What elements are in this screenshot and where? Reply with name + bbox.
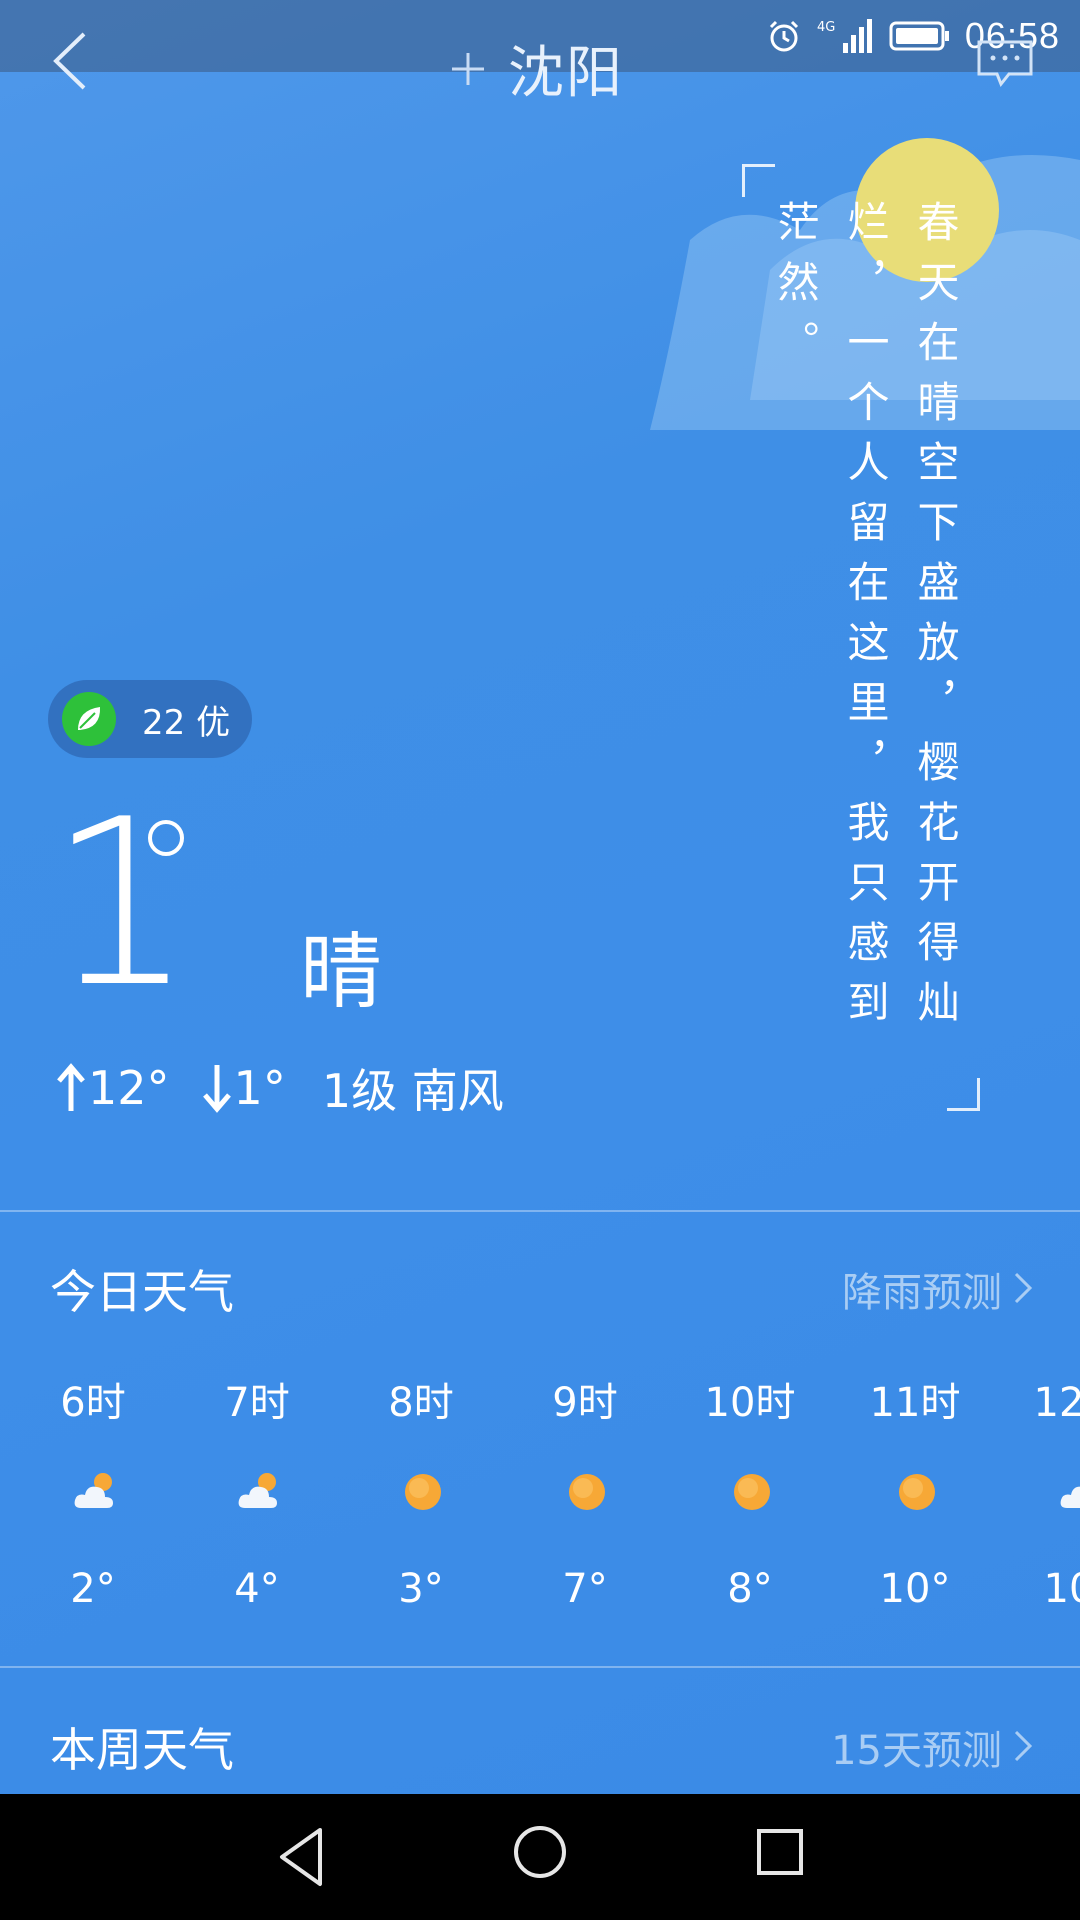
hour-label: 7时 xyxy=(224,1380,290,1426)
weather-condition: 晴 xyxy=(300,925,383,1020)
hour-temperature: 10° xyxy=(879,1566,951,1612)
divider xyxy=(0,1666,1080,1668)
rain-forecast-link[interactable]: 降雨预测 xyxy=(842,1260,1002,1318)
poem-text: 春天在晴空下盛放，樱花开得灿烂，一个人留在这里，我只感到茫然。 xyxy=(771,200,960,1040)
divider xyxy=(0,1210,1080,1212)
sun-icon xyxy=(405,1474,441,1510)
hour-label: 11时 xyxy=(869,1380,961,1426)
arrow-up-icon xyxy=(57,1063,85,1111)
nav-home-icon[interactable] xyxy=(512,1824,568,1880)
sun-icon xyxy=(899,1474,935,1510)
hour-temperature: 7° xyxy=(562,1566,608,1612)
system-navigation-bar xyxy=(0,1794,1080,1920)
poem-bracket-bottom xyxy=(947,1078,980,1111)
hour-temperature: 10° xyxy=(1043,1566,1080,1612)
chevron-right-icon[interactable] xyxy=(1010,1268,1036,1308)
high-temperature: 12° xyxy=(88,1061,170,1115)
low-temperature: 1° xyxy=(233,1061,286,1115)
sun-icon xyxy=(569,1474,605,1510)
hour-label: 8时 xyxy=(388,1380,454,1426)
city-name[interactable]: 沈阳 xyxy=(508,28,624,109)
week-weather-title: 本周天气 xyxy=(50,1723,234,1777)
today-weather-title: 今日天气 xyxy=(50,1265,234,1319)
chevron-right-icon[interactable] xyxy=(1010,1726,1036,1766)
nav-recent-apps-icon[interactable] xyxy=(756,1828,804,1876)
hourly-forecast[interactable]: 6时 2° 7时 4° 8时 3° 9时 7° 10时 8° 11时 10° 12时 10° xyxy=(0,1370,1080,1620)
city-selector[interactable]: 沈阳 xyxy=(450,28,624,109)
partly-cloudy-icon xyxy=(1060,1486,1080,1508)
poem-bracket-top xyxy=(742,164,775,197)
message-icon[interactable] xyxy=(975,38,1035,90)
aqi-value: 22 优 xyxy=(142,702,231,743)
hour-temperature: 4° xyxy=(234,1566,280,1612)
hour-label: 9时 xyxy=(552,1380,618,1426)
leaf-icon xyxy=(62,692,116,746)
hour-temperature: 8° xyxy=(727,1566,773,1612)
hour-label: 10时 xyxy=(704,1380,796,1426)
hour-label: 12时 xyxy=(1033,1380,1080,1426)
top-navigation: 沈阳 xyxy=(0,0,1080,130)
weather-screen: 4G 06:58 沈阳 春天在晴空下盛放，樱花开得灿烂，一个人留在这里，我只感到… xyxy=(0,0,1080,1920)
partly-cloudy-icon xyxy=(74,1473,113,1508)
back-arrow-icon[interactable] xyxy=(46,26,96,96)
aqi-badge[interactable]: 22 优 xyxy=(48,680,252,758)
fifteen-day-forecast-link[interactable]: 15天预测 xyxy=(831,1718,1002,1776)
partly-cloudy-icon xyxy=(238,1473,277,1508)
hour-temperature: 2° xyxy=(70,1566,116,1612)
hour-label: 6时 xyxy=(60,1380,126,1426)
add-city-icon[interactable] xyxy=(450,51,486,87)
hour-temperature: 3° xyxy=(398,1566,444,1612)
degree-symbol xyxy=(148,820,184,856)
nav-back-icon[interactable] xyxy=(272,1824,334,1890)
sun-icon xyxy=(734,1474,770,1510)
wind-info: 1级 南风 xyxy=(321,1064,504,1118)
temperature-range-row: 12° 1° 1级 南风 xyxy=(54,1055,504,1121)
arrow-down-icon xyxy=(202,1065,231,1113)
